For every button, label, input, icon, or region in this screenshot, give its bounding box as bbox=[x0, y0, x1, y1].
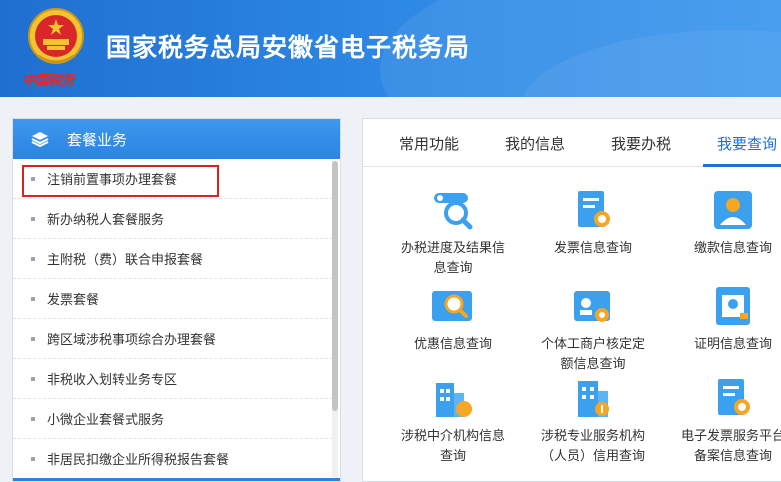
menu-item-new-taxpayer-package[interactable]: 新办纳税人套餐服务 bbox=[13, 199, 333, 239]
bullet bbox=[31, 176, 35, 181]
tab-tax-handling[interactable]: 我要办税 bbox=[611, 133, 671, 154]
layers-icon bbox=[31, 132, 49, 147]
tab-my-info[interactable]: 我的信息 bbox=[505, 133, 565, 154]
package-sidebar: 套餐业务 注销前置事项办理套餐 新办纳税人套餐服务 主附税（费）联合申报套餐 发… bbox=[12, 118, 341, 482]
grid-item-label: 优惠信息查询 bbox=[383, 335, 523, 355]
menu-item-invoice-package[interactable]: 发票套餐 bbox=[13, 279, 333, 319]
bullet bbox=[31, 336, 35, 341]
building-agency-icon bbox=[436, 383, 472, 417]
id-card-search-icon bbox=[574, 291, 610, 322]
payment-person-icon bbox=[714, 191, 752, 229]
label-line: （人员）信用查询 bbox=[540, 449, 645, 464]
grid-item-agency-query[interactable]: 涉税中介机构信息 查询 bbox=[383, 377, 523, 467]
label-line: 缴款信息查询 bbox=[693, 241, 772, 256]
menu-item-label: 小微企业套餐式服务 bbox=[47, 413, 165, 428]
grid-item-credit-query[interactable]: 涉税专业服务机构 （人员）信用查询 bbox=[523, 377, 663, 467]
menu-item-label: 非税收入划转业务专区 bbox=[47, 373, 178, 388]
menu-item-label: 非居民扣缴企业所得税报告套餐 bbox=[47, 453, 230, 468]
certificate-icon bbox=[716, 287, 750, 325]
search-progress-icon bbox=[434, 193, 473, 230]
menu-item-joint-declaration-package[interactable]: 主附税（费）联合申报套餐 bbox=[13, 239, 333, 279]
label-line: 备案信息查询 bbox=[693, 449, 772, 464]
sidebar-header: 套餐业务 bbox=[13, 119, 340, 159]
label-line: 查询 bbox=[439, 449, 466, 464]
brand-script-logo: 中国税务 bbox=[22, 73, 75, 89]
menu-item-label: 新办纳税人套餐服务 bbox=[47, 213, 165, 228]
tab-query[interactable]: 我要查询 bbox=[717, 133, 777, 154]
grid-item-invoice-query[interactable]: 发票信息查询 bbox=[523, 189, 663, 259]
invoice-search-icon bbox=[578, 191, 610, 227]
label-line: 发票信息查询 bbox=[553, 241, 632, 256]
building-credit-icon bbox=[578, 381, 609, 417]
label-line: 电子发票服务平台 bbox=[680, 429, 781, 444]
einvoice-search-icon bbox=[718, 379, 750, 415]
package-menu: 注销前置事项办理套餐 新办纳税人套餐服务 主附税（费）联合申报套餐 发票套餐 跨… bbox=[13, 159, 340, 479]
label-line: 证明信息查询 bbox=[693, 337, 772, 352]
label-line: 息查询 bbox=[433, 261, 473, 276]
label-line: 办税进度及结果信 bbox=[400, 241, 505, 256]
menu-item-label: 注销前置事项办理套餐 bbox=[47, 173, 178, 188]
bullet bbox=[31, 376, 35, 381]
label-line: 个体工商户核定定 bbox=[540, 337, 645, 352]
grid-item-label: 发票信息查询 bbox=[523, 239, 663, 259]
menu-item-deregistration-package[interactable]: 注销前置事项办理套餐 bbox=[13, 159, 333, 199]
sidebar-bottom-bar bbox=[13, 478, 340, 481]
menu-item-label: 跨区域涉税事项综合办理套餐 bbox=[47, 333, 217, 348]
grid-item-progress-query[interactable]: 办税进度及结果信 息查询 bbox=[383, 189, 523, 279]
grid-item-label: 涉税中介机构信息 查询 bbox=[383, 427, 523, 467]
menu-item-label: 发票套餐 bbox=[47, 293, 100, 308]
bullet bbox=[31, 456, 35, 461]
menu-item-cross-region-package[interactable]: 跨区域涉税事项综合办理套餐 bbox=[13, 319, 333, 359]
menu-item-small-business-package[interactable]: 小微企业套餐式服务 bbox=[13, 399, 333, 439]
grid-item-label: 证明信息查询 bbox=[663, 335, 781, 355]
grid-item-payment-query[interactable]: 缴款信息查询 bbox=[663, 189, 781, 259]
bullet bbox=[31, 216, 35, 221]
grid-item-einvoice-query[interactable]: 电子发票服务平台 备案信息查询 bbox=[663, 377, 781, 467]
menu-item-label: 主附税（费）联合申报套餐 bbox=[47, 253, 204, 268]
tax-emblem-icon bbox=[28, 8, 84, 64]
grid-item-label: 电子发票服务平台 备案信息查询 bbox=[663, 427, 781, 467]
grid-item-label: 涉税专业服务机构 （人员）信用查询 bbox=[523, 427, 663, 467]
grid-item-label: 缴款信息查询 bbox=[663, 239, 781, 259]
label-line: 涉税中介机构信息 bbox=[400, 429, 505, 444]
menu-item-non-resident-package[interactable]: 非居民扣缴企业所得税报告套餐 bbox=[13, 439, 333, 479]
sidebar-scrollbar[interactable] bbox=[332, 161, 338, 477]
function-tabs: 常用功能 我的信息 我要办税 我要查询 bbox=[363, 119, 781, 167]
menu-item-non-tax-revenue[interactable]: 非税收入划转业务专区 bbox=[13, 359, 333, 399]
discount-search-icon bbox=[432, 291, 472, 321]
site-title: 国家税务总局安徽省电子税务局 bbox=[106, 33, 471, 62]
bullet bbox=[31, 256, 35, 261]
bullet bbox=[31, 296, 35, 301]
active-tab-indicator bbox=[703, 164, 781, 167]
sidebar-title: 套餐业务 bbox=[67, 130, 128, 149]
grid-item-certificate-query[interactable]: 证明信息查询 bbox=[663, 285, 781, 355]
label-line: 优惠信息查询 bbox=[413, 337, 492, 352]
grid-item-individual-business-query[interactable]: 个体工商户核定定 额信息查询 bbox=[523, 285, 663, 375]
bullet bbox=[31, 416, 35, 421]
scrollbar-thumb[interactable] bbox=[332, 161, 338, 411]
function-panel: 常用功能 我的信息 我要办税 我要查询 办税进度及结果信息查询 发票信息查询 bbox=[362, 118, 781, 482]
grid-item-discount-query[interactable]: 优惠信息查询 bbox=[383, 285, 523, 355]
grid-item-label: 个体工商户核定定 额信息查询 bbox=[523, 335, 663, 375]
grid-item-label: 办税进度及结果信 息查询 bbox=[383, 239, 523, 279]
tab-common-functions[interactable]: 常用功能 bbox=[399, 133, 459, 154]
site-header: 中国税务 国家税务总局安徽省电子税务局 bbox=[0, 0, 781, 97]
label-line: 涉税专业服务机构 bbox=[540, 429, 645, 444]
label-line: 额信息查询 bbox=[560, 357, 626, 372]
